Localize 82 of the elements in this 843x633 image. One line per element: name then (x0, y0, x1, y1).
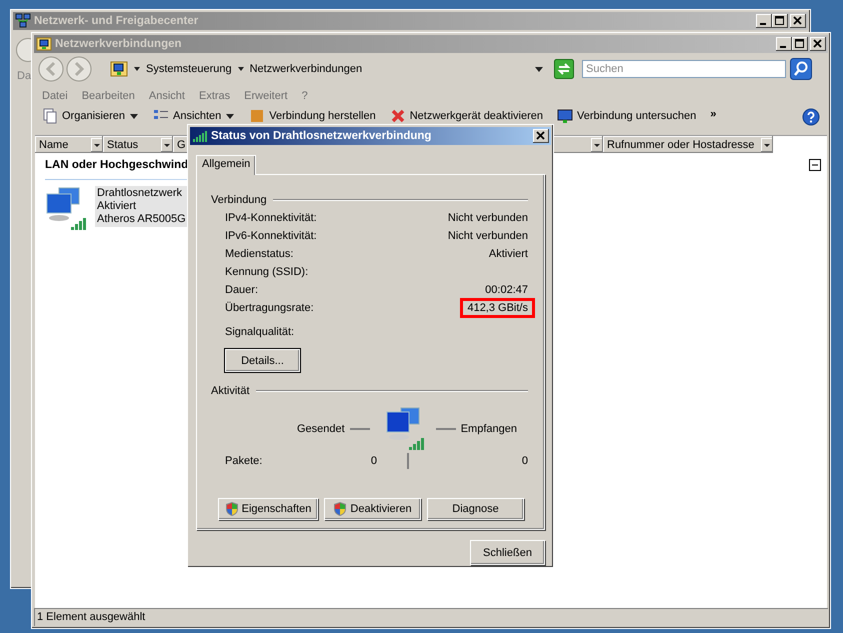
connection-item[interactable]: Drahtlosnetzwerk Aktiviert Atheros AR5005G (95, 186, 188, 227)
close-icon (535, 131, 547, 141)
field-label: IPv6-Konnektivität: (225, 230, 317, 242)
address-bar[interactable]: Systemsteuerung Netzwerkverbindungen (108, 59, 550, 79)
column-header[interactable]: Status (103, 136, 173, 153)
maximize-button[interactable] (772, 14, 788, 28)
collapse-icon[interactable] (809, 159, 821, 171)
dropdown-icon[interactable] (91, 138, 103, 152)
field-label: IPv4-Konnektivität: (225, 212, 317, 224)
dropdown-icon[interactable] (534, 65, 544, 73)
section-heading: Aktivität (211, 385, 250, 397)
tab[interactable]: Allgemein (196, 155, 256, 175)
help-icon[interactable] (802, 108, 820, 126)
column-header[interactable]: Name (35, 136, 103, 153)
breadcrumb-text: Da (17, 70, 32, 82)
minimize-icon (760, 23, 766, 25)
field-value: Aktiviert (488, 247, 529, 261)
minimize-icon (780, 46, 786, 48)
field-label: Kennung (SSID): (225, 266, 308, 278)
caret-icon[interactable] (133, 65, 141, 73)
packet-count: 0 (522, 455, 528, 467)
toolbar-button[interactable]: Ansichten (152, 108, 236, 124)
search-field[interactable]: Suchen (582, 60, 786, 78)
action-button[interactable]: Eigenschaften (218, 498, 318, 520)
window-title: Netzwerkverbindungen (55, 38, 182, 50)
sent-label: Gesendet (297, 423, 345, 435)
packet-count: 0 (370, 455, 377, 467)
shield-icon (333, 501, 348, 517)
maximize-icon (774, 16, 786, 26)
dropdown-icon[interactable] (161, 138, 173, 152)
close-button[interactable] (533, 129, 549, 143)
dropdown-icon[interactable] (591, 138, 603, 152)
field-label: Übertragungsrate: (225, 302, 314, 314)
toolbar-button[interactable]: Verbindung untersuchen (557, 108, 696, 124)
close-button[interactable] (810, 37, 826, 51)
minimize-button[interactable] (756, 14, 772, 28)
action-button[interactable]: Deaktivieren (324, 498, 421, 520)
close-button[interactable]: Schließen (470, 540, 545, 565)
status-text: 1 Element ausgewählt (37, 611, 146, 623)
breadcrumb-item[interactable]: Systemsteuerung (146, 63, 232, 75)
details-button[interactable]: Details... (225, 349, 300, 372)
field-value: Nicht verbunden (446, 211, 529, 225)
section-heading: Verbindung (211, 194, 267, 206)
received-label: Empfangen (460, 423, 517, 435)
close-icon (812, 39, 824, 49)
network-icon (15, 13, 31, 29)
maximize-icon (794, 39, 806, 49)
shield-icon (224, 501, 239, 517)
field-label: Dauer: (225, 284, 258, 296)
toolbar-button[interactable]: Verbindung herstellen (249, 108, 376, 124)
signal-icon (192, 129, 208, 143)
cross-icon (390, 108, 406, 124)
caret-icon (128, 112, 139, 120)
field-label: Signalqualität: (225, 326, 294, 338)
action-button[interactable]: Diagnose (427, 498, 524, 520)
dropdown-icon[interactable] (761, 138, 773, 152)
breadcrumb-item[interactable]: Netzwerkverbindungen (250, 63, 362, 75)
field-value: 412,3 GBit/s (460, 298, 535, 318)
folder-icon (110, 60, 128, 78)
caret-icon[interactable] (236, 65, 245, 73)
connect-icon (249, 108, 266, 124)
window-title: Netzwerk- und Freigabecenter (34, 15, 198, 27)
field-value: Nicht verbunden (446, 229, 529, 243)
monitor-icon (557, 108, 574, 124)
more-button[interactable]: » (710, 108, 716, 120)
group-header[interactable]: LAN oder Hochgeschwind (45, 159, 188, 171)
field-label: Pakete: (225, 455, 264, 467)
maximize-button[interactable] (792, 37, 808, 51)
dialog-title: Status von Drahtlosnetzwerkverbindung (211, 130, 432, 142)
field-value: 00:02:47 (484, 283, 529, 297)
close-button[interactable] (790, 14, 806, 28)
refresh-icon[interactable] (554, 59, 574, 79)
minimize-button[interactable] (776, 37, 792, 51)
toolbar-button[interactable]: Netzwerkgerät deaktivieren (390, 108, 544, 124)
folder-icon (36, 36, 52, 52)
search-icon[interactable] (790, 58, 812, 80)
toolbar-button[interactable]: Organisieren (42, 108, 139, 124)
close-icon (792, 16, 804, 26)
field-label: Medienstatus: (225, 248, 294, 260)
pages-icon (42, 108, 58, 124)
column-header[interactable]: Rufnummer oder Hostadresse (603, 136, 773, 153)
caret-icon (225, 112, 236, 120)
